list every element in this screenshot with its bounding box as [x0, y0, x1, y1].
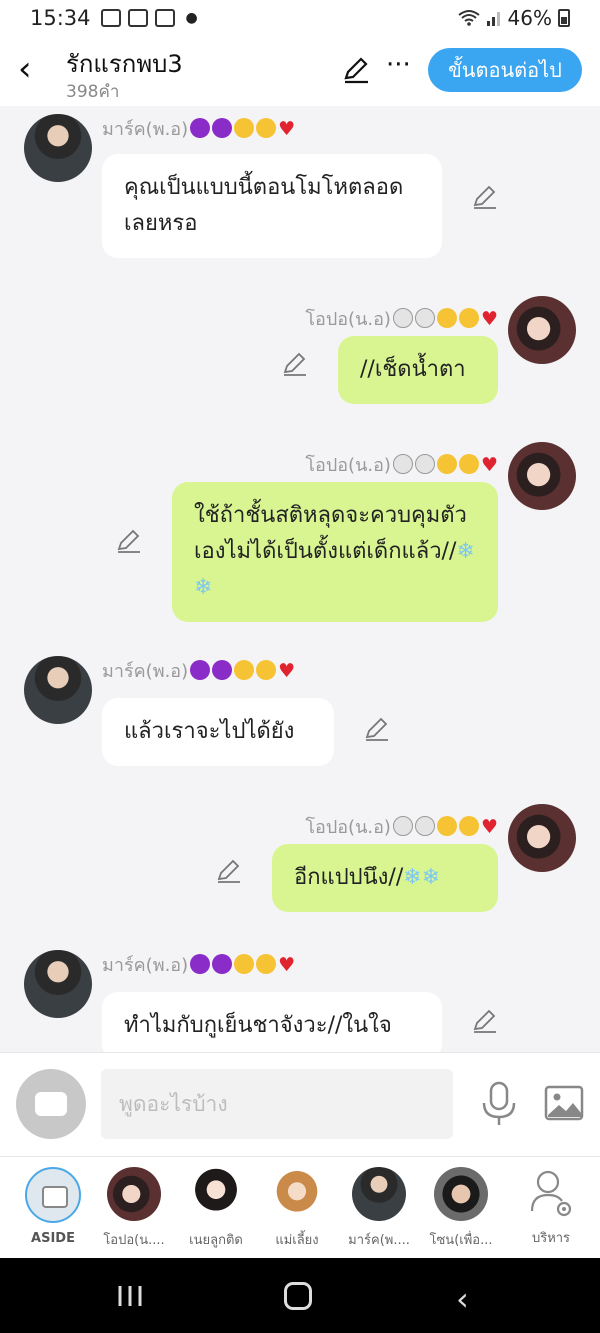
system-navbar: ‹ [0, 1258, 600, 1333]
heart-emoji-icon: ♥ [278, 954, 296, 976]
character-manage[interactable]: บริหาร [506, 1165, 596, 1248]
message-bubble[interactable]: แล้วเราจะไปได้ยัง [102, 698, 334, 766]
heart-eyes-emoji-icon [256, 660, 277, 680]
back-icon[interactable]: ‹ [456, 1280, 469, 1318]
message-bubble[interactable]: ทำไมกับกูเย็นชาจังวะ//ในใจ [102, 992, 442, 1052]
snowflake-emoji-icon: ❄ [194, 575, 213, 600]
heart-emoji-icon: ♥ [480, 308, 498, 330]
character-mark[interactable]: มาร์ค(พ.... [334, 1165, 424, 1250]
avatar-mark[interactable] [24, 950, 92, 1018]
status-time: 15:34 [30, 6, 91, 30]
snowflake-emoji-icon: ❄ [403, 865, 422, 890]
chat-area[interactable]: มาร์ค(พ.อ) ♥ คุณเป็นแบบนี้ตอนโมโหตลอดเลยห… [0, 106, 600, 1052]
microphone-icon[interactable] [478, 1081, 520, 1127]
message-bubble[interactable]: //เช็ดน้ำตา [338, 336, 498, 404]
heart-eyes-emoji-icon [458, 816, 479, 836]
heart-emoji-icon: ♥ [480, 816, 498, 838]
message-bubble[interactable]: คุณเป็นแบบนี้ตอนโมโหตลอดเลยหรอ [102, 154, 442, 258]
skull-crossbones-emoji-icon [414, 454, 435, 474]
hearts-face-emoji-icon [234, 660, 255, 680]
header: ‹ รักแรกพบ3 398คำ ··· ขั้นตอนต่อไป [0, 36, 600, 106]
speaker-name: มาร์ค(พ.อ) ♥ [102, 660, 296, 682]
next-step-button[interactable]: ขั้นตอนต่อไป [428, 48, 582, 92]
message-input[interactable] [101, 1069, 453, 1139]
hearts-face-emoji-icon [436, 816, 457, 836]
word-count: 398คำ [66, 82, 120, 102]
chat-mode-button[interactable] [16, 1069, 86, 1139]
wifi-icon [457, 10, 480, 26]
character-opal[interactable]: โอปอ(น.... [89, 1165, 179, 1250]
input-row [0, 1052, 600, 1156]
devil-emoji-icon [212, 118, 233, 138]
skull-emoji-icon [392, 816, 413, 836]
avatar [189, 1167, 243, 1221]
camera-icon [127, 9, 148, 27]
status-bar: 15:34 ● 46% [0, 0, 600, 36]
edit-message-icon[interactable] [364, 716, 390, 742]
signal-icon [486, 12, 500, 26]
speaker-name: โอปอ(น.อ) ♥ [305, 308, 498, 330]
avatar-opal[interactable] [508, 442, 576, 510]
avatar-mark[interactable] [24, 656, 92, 724]
hearts-face-emoji-icon [436, 308, 457, 328]
skull-emoji-icon [392, 308, 413, 328]
message-bubble[interactable]: อีกแปปนึง//❄❄ [272, 844, 498, 912]
message-bubble[interactable]: ใช้ถ้าชั้นสติหลุดจะควบคุมตัวเองไม่ได้เป็… [172, 482, 498, 622]
hearts-face-emoji-icon [436, 454, 457, 474]
devil-emoji-icon [190, 118, 211, 138]
aside-icon [25, 1167, 81, 1223]
devil-emoji-icon [190, 954, 211, 974]
back-arrow-icon[interactable]: ‹ [18, 52, 48, 88]
character-stepmother[interactable]: แม่เลี้ยง [252, 1165, 342, 1250]
heart-eyes-emoji-icon [458, 454, 479, 474]
recent-apps-icon[interactable] [116, 1284, 144, 1308]
more-icon[interactable]: ··· [386, 50, 411, 80]
heart-emoji-icon: ♥ [278, 118, 296, 140]
speaker-name: มาร์ค(พ.อ) ♥ [102, 954, 296, 976]
heart-eyes-emoji-icon [458, 308, 479, 328]
manage-users-icon [530, 1170, 572, 1217]
avatar-opal[interactable] [508, 804, 576, 872]
snowflake-emoji-icon: ❄ [456, 539, 475, 564]
speaker-name: มาร์ค(พ.อ) ♥ [102, 118, 296, 140]
edit-message-icon[interactable] [116, 528, 142, 554]
image-icon[interactable] [544, 1083, 584, 1123]
speaker-name: โอปอ(น.อ) ♥ [305, 454, 498, 476]
avatar [352, 1167, 406, 1221]
character-noey[interactable]: เนยลูกติด [171, 1165, 261, 1250]
avatar-mark[interactable] [24, 114, 92, 182]
edit-message-icon[interactable] [216, 858, 242, 884]
edit-title-icon[interactable] [342, 56, 370, 84]
heart-emoji-icon: ♥ [480, 454, 498, 476]
battery-percent: 46% [507, 6, 552, 30]
character-bar: ASIDE โอปอ(น.... เนยลูกติด แม่เลี้ยง มาร… [0, 1156, 600, 1258]
gallery-icon [100, 9, 121, 27]
hearts-face-emoji-icon [234, 118, 255, 138]
devil-emoji-icon [212, 954, 233, 974]
skull-crossbones-emoji-icon [414, 816, 435, 836]
character-zone[interactable]: โซน(เพื่อ... [416, 1165, 506, 1250]
skull-crossbones-emoji-icon [414, 308, 435, 328]
edit-message-icon[interactable] [282, 351, 308, 377]
character-aside[interactable]: ASIDE [8, 1165, 98, 1246]
devil-emoji-icon [212, 660, 233, 680]
home-icon[interactable] [284, 1282, 312, 1310]
avatar [434, 1167, 488, 1221]
heart-eyes-emoji-icon [256, 954, 277, 974]
lazada-icon [154, 9, 175, 27]
speaker-name: โอปอ(น.อ) ♥ [305, 816, 498, 838]
battery-icon [558, 9, 570, 27]
avatar [107, 1167, 161, 1221]
devil-emoji-icon [190, 660, 211, 680]
hearts-face-emoji-icon [234, 954, 255, 974]
edit-message-icon[interactable] [472, 1008, 498, 1034]
edit-message-icon[interactable] [472, 184, 498, 210]
avatar [270, 1167, 324, 1221]
snowflake-emoji-icon: ❄ [421, 865, 441, 890]
avatar-opal[interactable] [508, 296, 576, 364]
heart-eyes-emoji-icon [256, 118, 277, 138]
heart-emoji-icon: ♥ [278, 660, 296, 682]
notification-dot-icon: ● [185, 10, 198, 26]
skull-emoji-icon [392, 454, 413, 474]
